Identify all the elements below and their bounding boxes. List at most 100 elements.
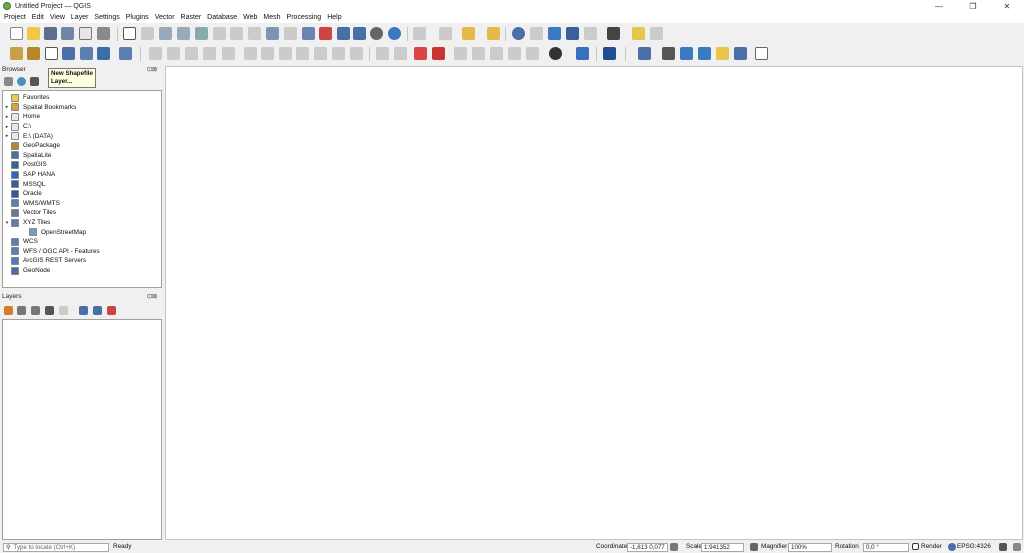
undo-icon[interactable] (332, 47, 345, 60)
zoom-full-icon[interactable] (195, 27, 208, 40)
layers-dock-buttons[interactable]: ⊡⊠ (147, 293, 157, 300)
menu-project[interactable]: Project (4, 14, 26, 21)
zoom-native-icon[interactable] (248, 27, 261, 40)
identify-icon[interactable] (512, 27, 525, 40)
browser-item-wcs[interactable]: WCS (3, 237, 38, 247)
new-print-layout-icon[interactable] (79, 27, 92, 40)
rotate-label-icon[interactable] (472, 47, 485, 60)
new-mesh-layer-icon[interactable] (119, 47, 132, 60)
edit-pencil-icon[interactable] (149, 47, 162, 60)
python-console-icon[interactable] (549, 47, 562, 60)
diagram-tool-icon[interactable] (526, 47, 539, 60)
open-layer-styling-icon[interactable] (4, 306, 13, 315)
menu-edit[interactable]: Edit (32, 14, 44, 21)
annotation-polygon-icon[interactable] (680, 47, 693, 60)
restore-button[interactable]: ❐ (956, 0, 990, 12)
map-tips-icon[interactable] (632, 27, 645, 40)
settings-gear-icon[interactable] (650, 27, 663, 40)
menu-web[interactable]: Web (243, 14, 257, 21)
zoom-in-icon[interactable] (159, 27, 172, 40)
cut-features-icon[interactable] (279, 47, 292, 60)
zoom-to-layer-icon[interactable] (230, 27, 243, 40)
browser-item-sap-hana[interactable]: SAP HANA (3, 170, 55, 180)
attribute-table-icon[interactable] (530, 27, 543, 40)
expand-arrow-icon[interactable]: ▸ (3, 133, 11, 139)
render-checkbox[interactable] (912, 543, 919, 550)
show-hide-labels-icon[interactable] (432, 47, 445, 60)
coordinate-field[interactable]: -1,813 0,077 (627, 542, 668, 552)
new-map-view-icon[interactable] (302, 27, 315, 40)
filter-legend-icon[interactable] (45, 306, 54, 315)
pin-labels-icon[interactable] (394, 47, 407, 60)
clock-icon[interactable] (370, 27, 383, 40)
new-geopackage-layer-icon[interactable] (27, 47, 40, 60)
annotation-text-icon[interactable] (638, 47, 651, 60)
lock-scale-icon[interactable] (750, 543, 758, 551)
zoom-next-icon[interactable] (284, 27, 297, 40)
identify-features-icon[interactable] (413, 27, 426, 40)
annotation-line-icon[interactable] (698, 47, 711, 60)
open-field-calculator-icon[interactable] (439, 27, 452, 40)
expand-arrow-icon[interactable]: ▸ (3, 104, 11, 110)
expand-arrow-icon[interactable]: ▸ (3, 124, 11, 130)
refresh-browser-icon[interactable] (17, 77, 26, 86)
save-as-icon[interactable] (61, 27, 74, 40)
browser-item-openstreetmap[interactable]: OpenStreetMap (21, 227, 86, 237)
new-spatialite-layer-icon[interactable] (62, 47, 75, 60)
scale-combobox[interactable]: 1:941352 (701, 542, 744, 552)
annotation-pointer-icon[interactable] (662, 47, 675, 60)
highlight-labels-icon[interactable] (414, 47, 427, 60)
temporal-controller-icon[interactable] (353, 27, 366, 40)
pan-to-selection-icon[interactable] (141, 27, 154, 40)
zoom-to-selection-icon[interactable] (213, 27, 226, 40)
browser-item-bookmark[interactable]: ▸ Spatial Bookmarks (3, 103, 76, 113)
browser-item-wms[interactable]: WMS/WMTS (3, 199, 60, 209)
change-label-icon[interactable] (490, 47, 503, 60)
browser-item-geopackage[interactable]: GeoPackage (3, 141, 60, 151)
map-canvas[interactable] (165, 66, 1023, 540)
new-virtual-layer-icon[interactable] (97, 47, 110, 60)
zoom-out-icon[interactable] (177, 27, 190, 40)
delete-selected-icon[interactable] (261, 47, 274, 60)
zoom-last-icon[interactable] (266, 27, 279, 40)
locator-search-input[interactable]: ⚲ Type to locate (Ctrl+K) (3, 542, 109, 552)
browser-item-arcgis[interactable]: ArcGIS REST Servers (3, 256, 86, 266)
paste-features-icon[interactable] (314, 47, 327, 60)
add-feature-icon[interactable] (203, 47, 216, 60)
pan-map-icon[interactable] (123, 27, 136, 40)
filter-by-expression-icon[interactable] (59, 306, 68, 315)
menu-view[interactable]: View (50, 14, 65, 21)
browser-item-xyz-tiles[interactable]: ▾ XYZ Tiles (3, 218, 50, 228)
annotation-point-text-icon[interactable] (734, 47, 747, 60)
redo-icon[interactable] (350, 47, 363, 60)
browser-item-wfs[interactable]: WFS / OGC API - Features (3, 247, 100, 257)
move-label-icon[interactable] (454, 47, 467, 60)
open-project-icon[interactable] (27, 27, 40, 40)
label-properties-icon[interactable] (508, 47, 521, 60)
python-icon[interactable] (576, 47, 589, 60)
browser-item-postgis[interactable]: PostGIS (3, 160, 47, 170)
menu-mesh[interactable]: Mesh (263, 14, 280, 21)
label-tool-icon[interactable] (376, 47, 389, 60)
browser-item-vector-tiles[interactable]: Vector Tiles (3, 208, 56, 218)
measure-line-icon[interactable] (607, 27, 620, 40)
browser-item-oracle[interactable]: Oracle (3, 189, 42, 199)
menu-raster[interactable]: Raster (181, 14, 202, 21)
collapse-all-icon[interactable] (93, 306, 102, 315)
browser-item-spatialite[interactable]: SpatiaLite (3, 151, 51, 161)
close-button[interactable]: ✕ (990, 0, 1024, 12)
toggle-extents-icon[interactable] (670, 543, 678, 551)
remove-layer-icon[interactable] (107, 306, 116, 315)
new-spatial-bookmark-icon[interactable] (319, 27, 332, 40)
new-shapefile-layer-icon[interactable] (45, 47, 58, 60)
style-manager-icon[interactable] (97, 27, 110, 40)
add-group-icon[interactable] (17, 306, 26, 315)
help-icon[interactable] (603, 47, 616, 60)
copy-features-icon[interactable] (296, 47, 309, 60)
annotation-marker-icon[interactable] (716, 47, 729, 60)
menu-layer[interactable]: Layer (71, 14, 89, 21)
menu-plugins[interactable]: Plugins (126, 14, 149, 21)
annotation-text-box-icon[interactable] (755, 47, 768, 60)
collapse-arrow-icon[interactable]: ▾ (3, 220, 11, 226)
manage-visibility-icon[interactable] (31, 306, 40, 315)
